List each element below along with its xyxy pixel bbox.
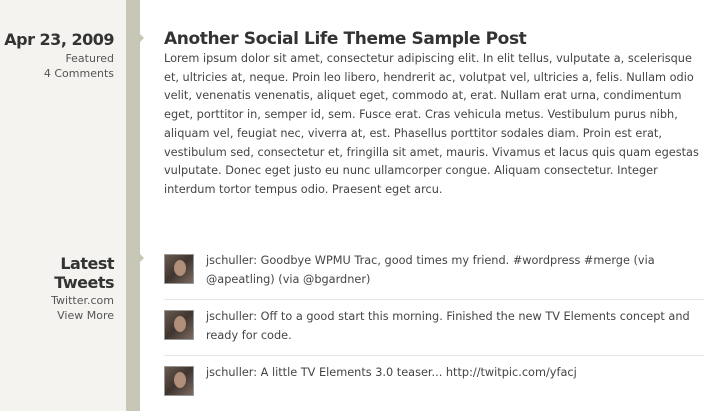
post-date: Apr 23, 2009	[4, 30, 114, 49]
post-title[interactable]: Another Social Life Theme Sample Post	[164, 28, 704, 50]
avatar[interactable]	[164, 310, 194, 340]
post-body: Lorem ipsum dolor sit amet, consectetur …	[164, 52, 699, 196]
post-meta-arrow	[126, 20, 144, 56]
tweet-text: jschuller: Off to a good start this morn…	[206, 310, 690, 342]
tweet-text: jschuller: A little TV Elements 3.0 teas…	[206, 366, 577, 379]
avatar[interactable]	[164, 254, 194, 284]
tweet-item: jschuller: Off to a good start this morn…	[164, 300, 704, 356]
twitter-link[interactable]: Twitter.com	[51, 294, 114, 307]
tweets-heading: Latest Tweets	[54, 254, 114, 292]
tweets-meta-arrow	[126, 240, 144, 276]
tweets-meta: Latest Tweets Twitter.com View More	[0, 254, 114, 323]
post-comments-link[interactable]: 4 Comments	[44, 67, 114, 80]
tweet-list: jschuller: Goodbye WPMU Trac, good times…	[164, 244, 704, 406]
sidebar-rail	[126, 0, 140, 411]
view-more-link[interactable]: View More	[57, 309, 114, 322]
tweet-item: jschuller: A little TV Elements 3.0 teas…	[164, 356, 704, 406]
post: Another Social Life Theme Sample Post Lo…	[164, 28, 704, 200]
avatar[interactable]	[164, 366, 194, 396]
tweet-item: jschuller: Goodbye WPMU Trac, good times…	[164, 244, 704, 300]
tweet-text: jschuller: Goodbye WPMU Trac, good times…	[206, 254, 655, 286]
post-category-link[interactable]: Featured	[65, 52, 114, 65]
post-meta: Apr 23, 2009 Featured 4 Comments	[4, 30, 114, 81]
